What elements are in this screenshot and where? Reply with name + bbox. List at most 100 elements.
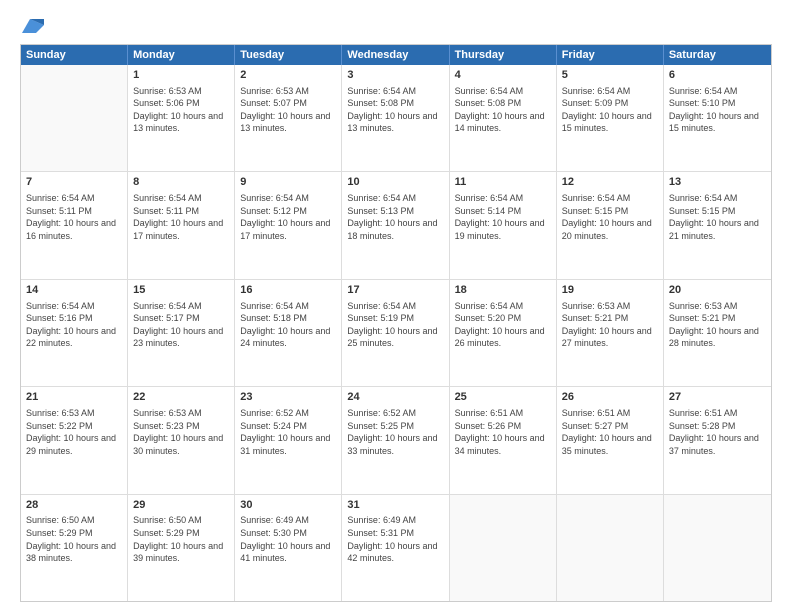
calendar-cell: 31Sunrise: 6:49 AMSunset: 5:31 PMDayligh… [342,495,449,601]
cell-info: Sunrise: 6:54 AMSunset: 5:17 PMDaylight:… [133,300,229,350]
cell-info: Sunrise: 6:51 AMSunset: 5:28 PMDaylight:… [669,407,766,457]
day-number: 5 [562,68,658,83]
calendar-cell: 18 Sunrise: 6:54 AMSunset: 5:20 PMDayligh… [450,280,557,386]
cell-info: Sunrise: 6:49 AMSunset: 5:30 PMDaylight:… [240,514,336,564]
cell-info: Sunrise: 6:54 AMSunset: 5:09 PMDaylight:… [562,85,658,135]
calendar-body: 1Sunrise: 6:53 AMSunset: 5:06 PMDaylight… [21,65,771,601]
day-number: 30 [240,498,336,513]
cell-info: Sunrise: 6:54 AMSunset: 5:08 PMDaylight:… [347,85,443,135]
calendar-cell: 29Sunrise: 6:50 AMSunset: 5:29 PMDayligh… [128,495,235,601]
cell-info: Sunrise: 6:54 AMSunset: 5:11 PMDaylight:… [26,192,122,242]
day-number: 24 [347,390,443,405]
cell-info: Sunrise: 6:54 AMSunset: 5:18 PMDaylight:… [240,300,336,350]
calendar-cell: 13Sunrise: 6:54 AMSunset: 5:15 PMDayligh… [664,172,771,278]
calendar-cell: 23 Sunrise: 6:52 AMSunset: 5:24 PMDayligh… [235,387,342,493]
cell-info: Sunrise: 6:54 AMSunset: 5:10 PMDaylight:… [669,85,766,135]
cell-info: Sunrise: 6:54 AMSunset: 5:11 PMDaylight:… [133,192,229,242]
calendar-cell: 8 Sunrise: 6:54 AMSunset: 5:11 PMDaylight… [128,172,235,278]
day-number: 16 [240,283,336,298]
cell-info: Sunrise: 6:53 AMSunset: 5:21 PMDaylight:… [562,300,658,350]
cell-info: Sunrise: 6:54 AMSunset: 5:16 PMDaylight:… [26,300,122,350]
calendar-cell [664,495,771,601]
cell-info: Sunrise: 6:53 AMSunset: 5:06 PMDaylight:… [133,85,229,135]
calendar-cell: 30Sunrise: 6:49 AMSunset: 5:30 PMDayligh… [235,495,342,601]
cell-info: Sunrise: 6:54 AMSunset: 5:19 PMDaylight:… [347,300,443,350]
calendar-cell [557,495,664,601]
calendar-cell: 6 Sunrise: 6:54 AMSunset: 5:10 PMDaylight… [664,65,771,171]
calendar-header: SundayMondayTuesdayWednesdayThursdayFrid… [21,45,771,65]
cell-info: Sunrise: 6:53 AMSunset: 5:23 PMDaylight:… [133,407,229,457]
cell-info: Sunrise: 6:51 AMSunset: 5:26 PMDaylight:… [455,407,551,457]
calendar: SundayMondayTuesdayWednesdayThursdayFrid… [20,44,772,602]
page: SundayMondayTuesdayWednesdayThursdayFrid… [0,0,792,612]
day-number: 27 [669,390,766,405]
day-number: 12 [562,175,658,190]
header-day-friday: Friday [557,45,664,65]
cell-info: Sunrise: 6:54 AMSunset: 5:08 PMDaylight:… [455,85,551,135]
day-number: 2 [240,68,336,83]
calendar-cell: 1Sunrise: 6:53 AMSunset: 5:06 PMDaylight… [128,65,235,171]
day-number: 20 [669,283,766,298]
cell-info: Sunrise: 6:54 AMSunset: 5:20 PMDaylight:… [455,300,551,350]
calendar-row-0: 1Sunrise: 6:53 AMSunset: 5:06 PMDaylight… [21,65,771,172]
day-number: 19 [562,283,658,298]
calendar-row-2: 14Sunrise: 6:54 AMSunset: 5:16 PMDayligh… [21,280,771,387]
day-number: 15 [133,283,229,298]
cell-info: Sunrise: 6:50 AMSunset: 5:29 PMDaylight:… [26,514,122,564]
calendar-cell: 25 Sunrise: 6:51 AMSunset: 5:26 PMDayligh… [450,387,557,493]
day-number: 31 [347,498,443,513]
calendar-cell: 9 Sunrise: 6:54 AMSunset: 5:12 PMDaylight… [235,172,342,278]
day-number: 3 [347,68,443,83]
day-number: 23 [240,390,336,405]
calendar-cell: 12 Sunrise: 6:54 AMSunset: 5:15 PMDayligh… [557,172,664,278]
calendar-cell: 7Sunrise: 6:54 AMSunset: 5:11 PMDaylight… [21,172,128,278]
calendar-row-3: 21 Sunrise: 6:53 AMSunset: 5:22 PMDayligh… [21,387,771,494]
day-number: 28 [26,498,122,513]
header-day-monday: Monday [128,45,235,65]
calendar-cell: 14Sunrise: 6:54 AMSunset: 5:16 PMDayligh… [21,280,128,386]
header-day-thursday: Thursday [450,45,557,65]
logo [20,16,44,34]
cell-info: Sunrise: 6:54 AMSunset: 5:15 PMDaylight:… [562,192,658,242]
calendar-row-1: 7Sunrise: 6:54 AMSunset: 5:11 PMDaylight… [21,172,771,279]
cell-info: Sunrise: 6:52 AMSunset: 5:24 PMDaylight:… [240,407,336,457]
day-number: 25 [455,390,551,405]
header [20,16,772,34]
cell-info: Sunrise: 6:51 AMSunset: 5:27 PMDaylight:… [562,407,658,457]
calendar-cell: 2 Sunrise: 6:53 AMSunset: 5:07 PMDaylight… [235,65,342,171]
day-number: 26 [562,390,658,405]
cell-info: Sunrise: 6:54 AMSunset: 5:13 PMDaylight:… [347,192,443,242]
calendar-cell: 24Sunrise: 6:52 AMSunset: 5:25 PMDayligh… [342,387,449,493]
day-number: 17 [347,283,443,298]
header-day-saturday: Saturday [664,45,771,65]
cell-info: Sunrise: 6:54 AMSunset: 5:12 PMDaylight:… [240,192,336,242]
day-number: 9 [240,175,336,190]
cell-info: Sunrise: 6:54 AMSunset: 5:15 PMDaylight:… [669,192,766,242]
calendar-cell: 4Sunrise: 6:54 AMSunset: 5:08 PMDaylight… [450,65,557,171]
day-number: 18 [455,283,551,298]
calendar-cell: 11Sunrise: 6:54 AMSunset: 5:14 PMDayligh… [450,172,557,278]
cell-info: Sunrise: 6:53 AMSunset: 5:22 PMDaylight:… [26,407,122,457]
calendar-cell: 19 Sunrise: 6:53 AMSunset: 5:21 PMDayligh… [557,280,664,386]
cell-info: Sunrise: 6:53 AMSunset: 5:21 PMDaylight:… [669,300,766,350]
calendar-cell: 3 Sunrise: 6:54 AMSunset: 5:08 PMDaylight… [342,65,449,171]
header-day-sunday: Sunday [21,45,128,65]
calendar-cell: 26 Sunrise: 6:51 AMSunset: 5:27 PMDayligh… [557,387,664,493]
calendar-cell: 16 Sunrise: 6:54 AMSunset: 5:18 PMDayligh… [235,280,342,386]
calendar-cell: 15 Sunrise: 6:54 AMSunset: 5:17 PMDayligh… [128,280,235,386]
cell-info: Sunrise: 6:54 AMSunset: 5:14 PMDaylight:… [455,192,551,242]
calendar-cell [450,495,557,601]
day-number: 10 [347,175,443,190]
calendar-row-4: 28Sunrise: 6:50 AMSunset: 5:29 PMDayligh… [21,495,771,601]
day-number: 6 [669,68,766,83]
day-number: 8 [133,175,229,190]
logo-icon [22,19,44,33]
day-number: 21 [26,390,122,405]
header-day-tuesday: Tuesday [235,45,342,65]
cell-info: Sunrise: 6:50 AMSunset: 5:29 PMDaylight:… [133,514,229,564]
calendar-cell [21,65,128,171]
cell-info: Sunrise: 6:49 AMSunset: 5:31 PMDaylight:… [347,514,443,564]
cell-info: Sunrise: 6:53 AMSunset: 5:07 PMDaylight:… [240,85,336,135]
calendar-cell: 5 Sunrise: 6:54 AMSunset: 5:09 PMDaylight… [557,65,664,171]
calendar-cell: 17 Sunrise: 6:54 AMSunset: 5:19 PMDayligh… [342,280,449,386]
